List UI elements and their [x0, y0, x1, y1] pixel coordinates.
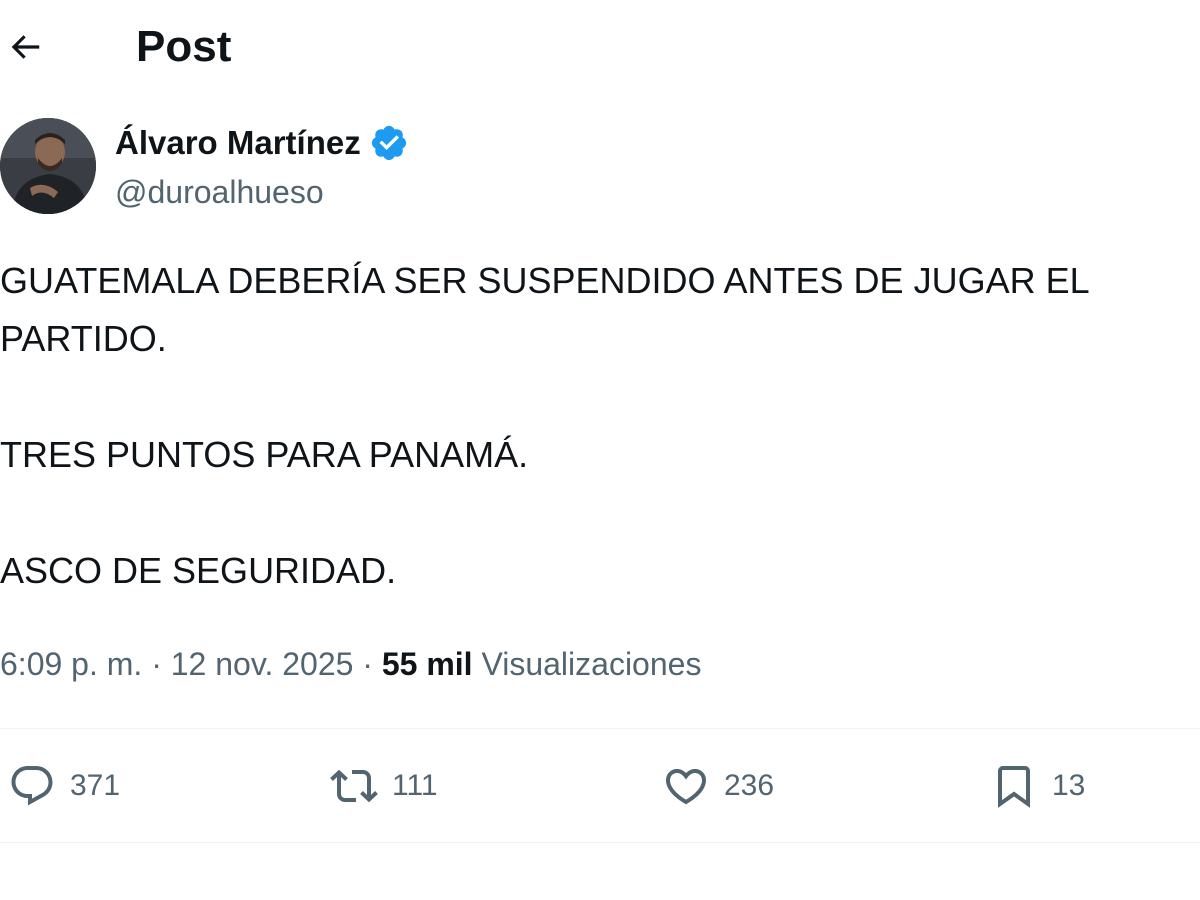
- post-paragraph: ASCO DE SEGURIDAD.: [0, 550, 397, 591]
- divider: [0, 842, 1200, 843]
- avatar[interactable]: [0, 118, 96, 214]
- arrow-left-icon: [11, 35, 40, 59]
- post-page: Post Álvaro Martínez @duroalhueso GUATEM…: [0, 0, 1200, 900]
- avatar-image: [0, 118, 96, 214]
- post-meta: 6:09 p. m. · 12 nov. 2025 · 55 mil Visua…: [0, 640, 701, 688]
- action-bar: 371 111 236 13: [0, 730, 1200, 842]
- author-handle[interactable]: @duroalhueso: [115, 170, 324, 214]
- bookmark-count: 13: [1052, 769, 1086, 802]
- like-count: 236: [724, 769, 775, 802]
- author-name-row: Álvaro Martínez: [115, 120, 409, 166]
- post-time[interactable]: 6:09 p. m.: [0, 646, 142, 682]
- reply-button[interactable]: 371: [8, 730, 120, 842]
- post-paragraph: GUATEMALA DEBERÍA SER SUSPENDIDO ANTES D…: [0, 260, 1089, 359]
- repost-icon: [330, 769, 378, 803]
- page-header: Post: [0, 0, 1200, 95]
- bookmark-icon: [998, 766, 1030, 808]
- heart-icon: [665, 769, 707, 805]
- divider: [0, 728, 1200, 729]
- post-body: GUATEMALA DEBERÍA SER SUSPENDIDO ANTES D…: [0, 252, 1200, 600]
- verified-badge-icon[interactable]: [369, 123, 409, 163]
- meta-separator: ·: [151, 646, 162, 682]
- page-title: Post: [136, 22, 232, 71]
- post-date[interactable]: 12 nov. 2025: [171, 646, 354, 682]
- repost-count: 111: [392, 769, 438, 802]
- bookmark-button[interactable]: 13: [990, 730, 1085, 842]
- meta-separator: ·: [362, 646, 373, 682]
- post-paragraph: TRES PUNTOS PARA PANAMÁ.: [0, 434, 529, 475]
- author-name[interactable]: Álvaro Martínez: [115, 120, 361, 166]
- reply-icon: [11, 766, 53, 806]
- repost-button[interactable]: 111: [330, 730, 438, 842]
- views-label: Visualizaciones: [481, 646, 702, 682]
- reply-count: 371: [70, 769, 121, 802]
- back-button[interactable]: [0, 22, 50, 72]
- like-button[interactable]: 236: [662, 730, 774, 842]
- views-count: 55 mil: [381, 646, 473, 682]
